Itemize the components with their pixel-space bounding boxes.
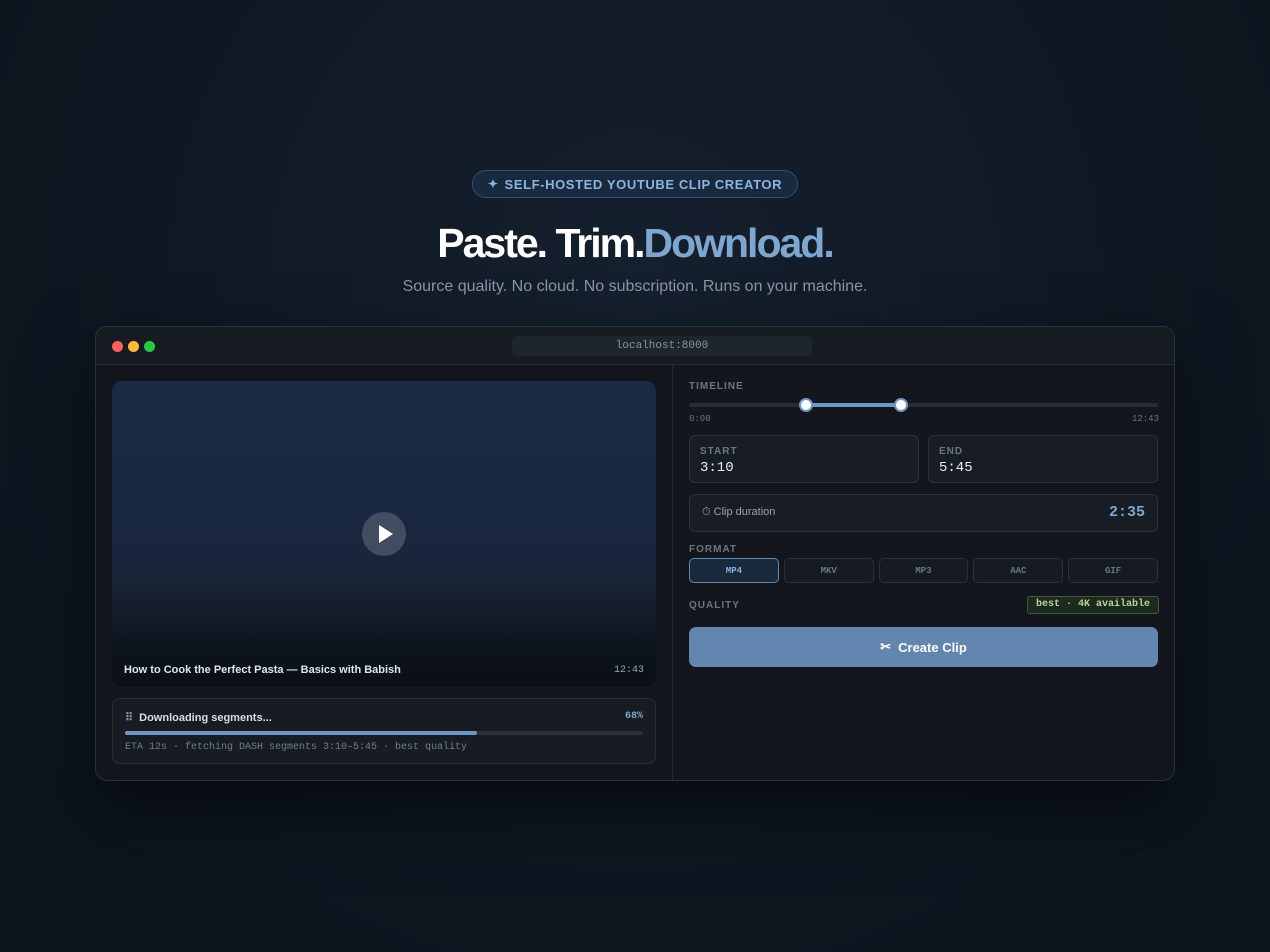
play-icon [379, 525, 393, 543]
url-bar[interactable]: localhost:8000 [512, 336, 812, 356]
headline: Paste. Trim.Download. [0, 220, 1270, 266]
video-duration: 12:43 [613, 665, 644, 676]
create-clip-button[interactable]: ✂ Create Clip [689, 627, 1158, 667]
end-time-field[interactable]: END 5:45 [928, 435, 1158, 483]
format-option-mp4[interactable]: MP4 [689, 558, 779, 583]
app-window: localhost:8000 How to Cook the Perfect P… [95, 326, 1175, 781]
minimize-window-icon[interactable] [128, 341, 139, 352]
clip-duration-label: ⏱ Clip duration [702, 506, 775, 519]
headline-paste: Paste. [437, 220, 548, 266]
timeline-selected-range [805, 403, 902, 407]
start-time-field[interactable]: START 3:10 [689, 435, 919, 483]
create-clip-label: Create Clip [898, 639, 967, 655]
format-option-mkv[interactable]: MKV [783, 558, 874, 583]
video-title: How to Cook the Perfect Pasta — Basics w… [124, 664, 401, 676]
grip-icon: ⠿ [125, 712, 134, 724]
clip-duration-text: Clip duration [713, 506, 776, 518]
download-title: ⠿ Downloading segments... [125, 711, 272, 724]
download-title-text: Downloading segments... [139, 712, 272, 724]
clip-settings-panel: TIMELINE 0:00 12:43 START 3:10 END 5:45 … [673, 365, 1174, 780]
hero: ✦ SELF-HOSTED YOUTUBE CLIP CREATOR Paste… [0, 170, 1270, 296]
video-player[interactable]: How to Cook the Perfect Pasta — Basics w… [112, 381, 656, 686]
timeline-start-handle[interactable] [798, 398, 813, 412]
start-time-value[interactable]: 3:10 [700, 460, 734, 476]
clip-duration-card: ⏱ Clip duration 2:35 [689, 494, 1158, 532]
scissors-icon: ✂ [880, 639, 892, 654]
download-progress-bar [125, 731, 643, 735]
format-option-mp3[interactable]: MP3 [878, 558, 969, 583]
start-time-label: START [700, 446, 738, 457]
timer-icon: ⏱ [702, 506, 711, 518]
headline-download: Download. [643, 220, 834, 266]
download-meta: ETA 12s · fetching DASH segments 3:10–5:… [125, 742, 468, 753]
window-titlebar: localhost:8000 [96, 327, 1174, 365]
play-button[interactable] [362, 512, 406, 556]
sparkle-icon: ✦ [487, 177, 499, 191]
hero-badge-label: SELF-HOSTED YOUTUBE CLIP CREATOR [504, 176, 783, 192]
hero-badge: ✦ SELF-HOSTED YOUTUBE CLIP CREATOR [471, 170, 799, 198]
download-percent: 68% [624, 711, 643, 722]
quality-badge[interactable]: best · 4K available [1026, 596, 1159, 614]
hero-subtitle: Source quality. No cloud. No subscriptio… [402, 278, 868, 295]
headline-trim: Trim. [555, 220, 645, 266]
clip-duration-value: 2:35 [1108, 504, 1145, 521]
format-selector: MP4 MKV MP3 AAC GIF [689, 558, 1158, 584]
download-status-card: ⠿ Downloading segments... 68% ETA 12s · … [112, 698, 656, 764]
end-time-value[interactable]: 5:45 [939, 460, 973, 476]
end-time-label: END [939, 446, 964, 457]
preview-panel: How to Cook the Perfect Pasta — Basics w… [96, 365, 673, 780]
format-option-gif[interactable]: GIF [1068, 558, 1158, 583]
format-label: FORMAT [689, 544, 738, 555]
quality-label: QUALITY [689, 600, 740, 611]
timeline-end-handle[interactable] [894, 398, 909, 412]
close-window-icon[interactable] [112, 341, 123, 352]
timeline-label: TIMELINE [689, 381, 744, 392]
maximize-window-icon[interactable] [144, 341, 155, 352]
download-progress-fill [125, 731, 478, 735]
format-option-aac[interactable]: AAC [973, 558, 1064, 583]
timeline-track[interactable] [689, 398, 1158, 412]
timeline-min-label: 0:00 [689, 414, 711, 424]
timeline-max-label: 12:43 [1131, 414, 1159, 424]
